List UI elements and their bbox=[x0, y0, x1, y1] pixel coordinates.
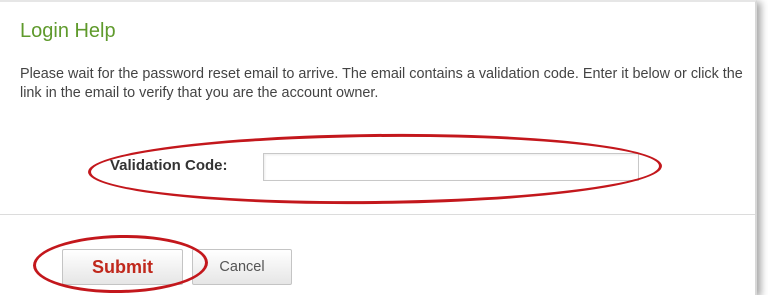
submit-button[interactable]: Submit bbox=[62, 249, 183, 285]
validation-code-input[interactable] bbox=[263, 153, 639, 181]
validation-code-label: Validation Code: bbox=[110, 157, 228, 174]
page-title: Login Help bbox=[20, 20, 116, 42]
divider bbox=[0, 214, 755, 215]
cancel-button[interactable]: Cancel bbox=[192, 249, 292, 285]
instructions-text: Please wait for the password reset email… bbox=[20, 66, 743, 101]
login-help-panel: Login Help Please wait for the password … bbox=[0, 0, 757, 295]
